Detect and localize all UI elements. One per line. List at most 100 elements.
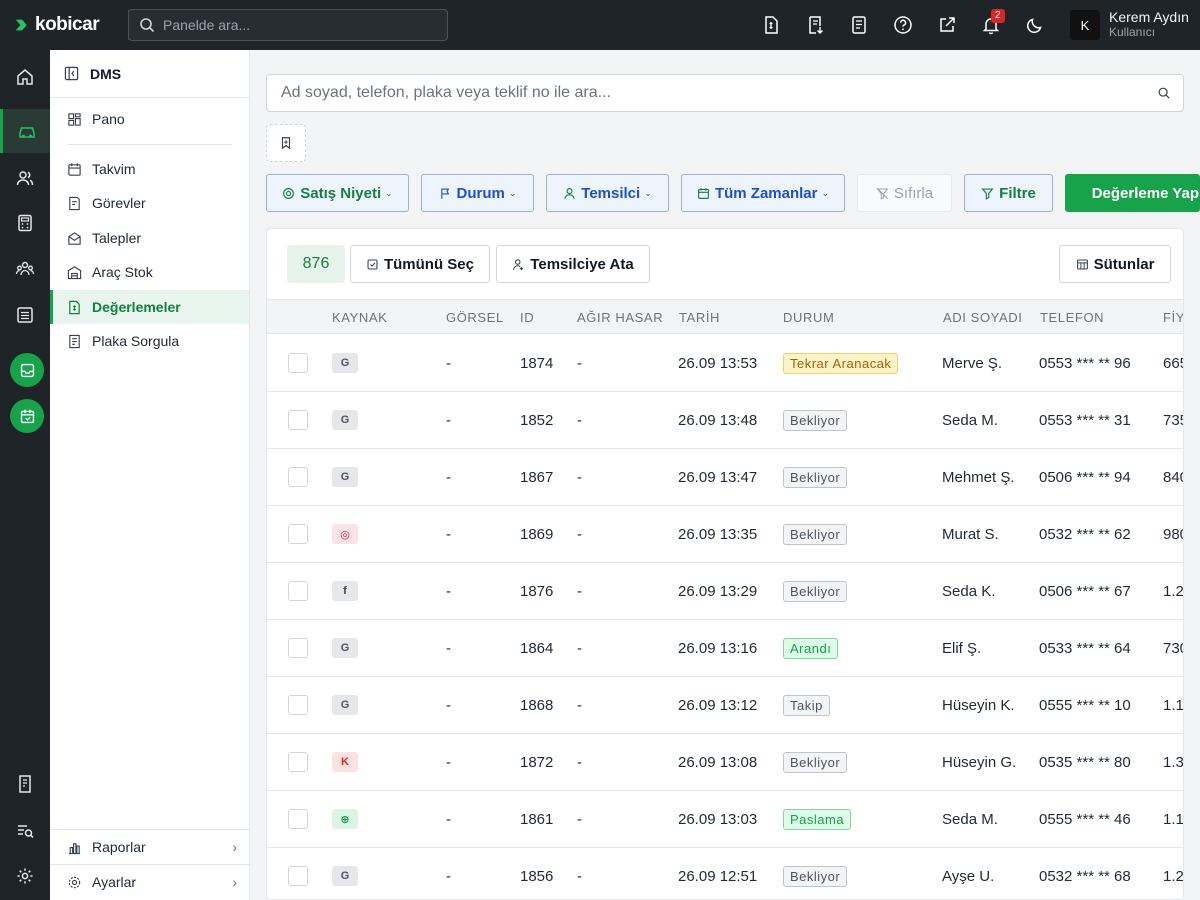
rail-inbox-icon[interactable] (10, 353, 44, 387)
column-header-source[interactable]: KAYNAK (332, 310, 387, 325)
column-header-heavy-damage[interactable]: AĞIR HASAR (577, 310, 663, 325)
app-logo[interactable]: kobicar (14, 14, 114, 36)
sidebar-item-degerlemeler[interactable]: Değerlemeler (50, 290, 249, 324)
rail-users-icon[interactable] (0, 156, 50, 200)
rail-calendar-car-icon[interactable] (10, 399, 44, 433)
sidebar-item-takvim[interactable]: Takvim (50, 152, 249, 186)
user-menu[interactable]: K Kerem Aydın Kullanıcı (1070, 10, 1189, 40)
bookmark-plus-icon (281, 137, 291, 150)
rail-car-icon[interactable] (0, 109, 50, 153)
column-header-status[interactable]: DURUM (783, 310, 834, 325)
columns-button[interactable]: Sütunlar (1059, 245, 1171, 283)
document-list-icon[interactable] (847, 13, 871, 37)
representative-filter[interactable]: Temsilci ⌄ (546, 174, 669, 212)
sidebar-item-ayarlar[interactable]: Ayarlar › (50, 864, 249, 899)
table-row[interactable]: f - 1876 - 26.09 13:29 Bekliyor Seda K. 0506 **… (267, 563, 1183, 620)
sales-intent-filter[interactable]: Satış Niyeti ⌄ (266, 174, 409, 212)
cell-heavy-damage: - (577, 583, 582, 600)
status-badge: Arandı (783, 638, 839, 659)
cell-date: 26.09 13:47 (678, 469, 758, 486)
row-checkbox[interactable] (288, 524, 308, 544)
document-dollar-icon[interactable] (759, 13, 783, 37)
cell-heavy-damage: - (577, 868, 582, 885)
new-valuation-label: Değerleme Yap (1091, 184, 1199, 202)
status-badge: Bekliyor (783, 866, 848, 887)
cell-name: Elif Ş. (942, 640, 982, 657)
row-checkbox[interactable] (288, 410, 308, 430)
table-row[interactable]: G - 1867 - 26.09 13:47 Bekliyor Mehmet Ş. 0506 … (267, 449, 1183, 506)
cell-image: - (446, 469, 451, 486)
reset-button[interactable]: Sıfırla (857, 174, 952, 212)
filter-button[interactable]: Filtre (964, 174, 1053, 212)
external-link-icon[interactable] (935, 13, 959, 37)
time-range-filter[interactable]: Tüm Zamanlar ⌄ (681, 174, 845, 212)
sidebar-item-label: Pano (92, 111, 125, 127)
notification-bell-icon[interactable]: 2 (979, 9, 1005, 37)
table-row[interactable]: G - 1864 - 26.09 13:16 Arandı Elif Ş. 0533 *** … (267, 620, 1183, 677)
table-row[interactable]: G - 1856 - 26.09 12:51 Bekliyor Ayşe U. 0532 **… (267, 848, 1183, 899)
row-checkbox[interactable] (288, 467, 308, 487)
cell-date: 26.09 13:48 (678, 412, 758, 429)
rail-report-icon[interactable] (0, 762, 50, 806)
cell-name: Seda K. (942, 583, 996, 600)
sidebar-item-arac-stok[interactable]: Araç Stok (50, 255, 249, 289)
row-checkbox[interactable] (288, 353, 308, 373)
sidebar-item-raporlar[interactable]: Raporlar › (50, 829, 249, 864)
add-bookmark-button[interactable] (266, 124, 306, 162)
table-row[interactable]: ⊕ - 1861 - 26.09 13:03 Paslama Seda M. 0555 ***… (267, 791, 1183, 848)
sidebar-item-gorevler[interactable]: Görevler (50, 186, 249, 220)
table-row[interactable]: ◎ - 1869 - 26.09 13:35 Bekliyor Murat S. 0532 *… (267, 506, 1183, 563)
table-row[interactable]: G - 1874 - 26.09 13:53 Tekrar Aranacak Merve Ş… (267, 335, 1183, 392)
table-row[interactable]: G - 1852 - 26.09 13:48 Bekliyor Seda M. 0553 **… (267, 392, 1183, 449)
valuation-icon (1086, 192, 1087, 194)
help-icon[interactable] (891, 13, 915, 37)
sidebar-item-label: Görevler (92, 195, 146, 211)
column-header-date[interactable]: TARİH (679, 310, 720, 325)
sidebar-item-talepler[interactable]: Talepler (50, 221, 249, 255)
sidebar-item-plaka-sorgula[interactable]: Plaka Sorgula (50, 324, 249, 358)
column-header-price[interactable]: FİYAT (1163, 310, 1183, 325)
cell-phone: 0532 *** ** 62 (1039, 526, 1131, 543)
rail-calculator-icon[interactable] (0, 201, 50, 245)
row-checkbox[interactable] (288, 809, 308, 829)
rail-settings-icon[interactable] (0, 854, 50, 898)
dashboard-icon (68, 112, 81, 126)
rail-list-icon[interactable] (0, 293, 50, 337)
dark-mode-icon[interactable] (1023, 13, 1047, 37)
sidebar: DMS Pano Takvim Görevler Talepler Araç S… (50, 50, 250, 900)
new-valuation-button[interactable]: Değerleme Yap (1065, 174, 1200, 212)
cell-image: - (446, 640, 451, 657)
document-download-icon[interactable] (803, 13, 827, 37)
row-checkbox[interactable] (288, 866, 308, 886)
row-checkbox[interactable] (288, 638, 308, 658)
cell-date: 26.09 12:51 (678, 868, 758, 885)
rail-team-icon[interactable] (0, 247, 50, 291)
collapse-sidebar-icon[interactable] (64, 66, 79, 81)
table-row[interactable]: K - 1872 - 26.09 13:08 Bekliyor Hüseyin G. 0535… (267, 734, 1183, 791)
avatar: K (1070, 10, 1100, 40)
main-search-input[interactable] (281, 84, 1141, 102)
table-row[interactable]: G - 1868 - 26.09 13:12 Takip Hüseyin K. 0555 **… (267, 677, 1183, 734)
search-icon[interactable] (1157, 86, 1171, 100)
row-checkbox[interactable] (288, 581, 308, 601)
row-checkbox[interactable] (288, 695, 308, 715)
column-header-phone[interactable]: TELEFON (1040, 310, 1104, 325)
column-header-id[interactable]: ID (520, 310, 534, 325)
top-search-input[interactable] (163, 17, 433, 33)
status-badge: Bekliyor (783, 581, 848, 602)
column-header-image[interactable]: GÖRSEL (446, 310, 504, 325)
cell-date: 26.09 13:29 (678, 583, 758, 600)
select-all-button[interactable]: Tümünü Seç (350, 245, 490, 283)
rail-home-icon[interactable] (0, 55, 50, 99)
sidebar-item-pano[interactable]: Pano (50, 102, 249, 136)
top-search[interactable] (128, 9, 448, 41)
row-checkbox[interactable] (288, 752, 308, 772)
k-source-icon: K (332, 752, 358, 772)
cell-heavy-damage: - (577, 412, 582, 429)
cell-image: - (446, 697, 451, 714)
status-filter[interactable]: Durum ⌄ (421, 174, 534, 212)
assign-representative-button[interactable]: Temsilciye Ata (496, 245, 650, 283)
rail-search-list-icon[interactable] (0, 809, 50, 853)
main-search[interactable] (266, 74, 1184, 112)
column-header-name[interactable]: ADI SOYADI (943, 310, 1022, 325)
